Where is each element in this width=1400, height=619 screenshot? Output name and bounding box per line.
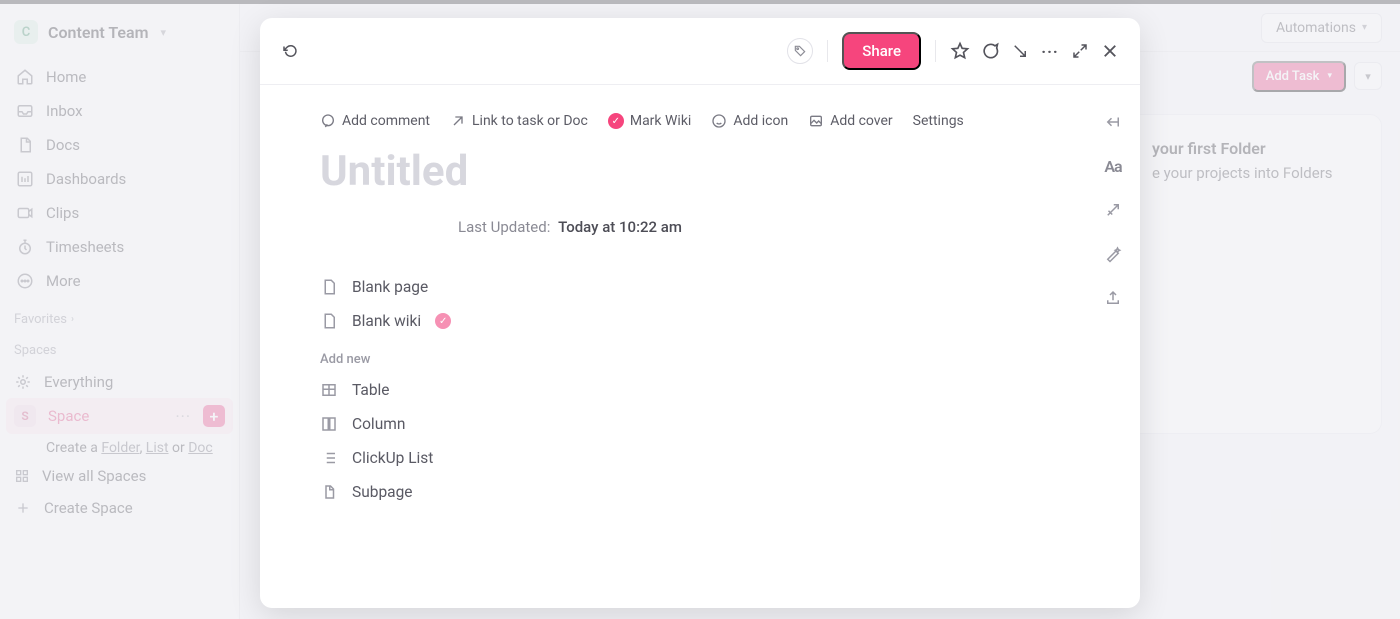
export-icon[interactable] (1104, 289, 1122, 307)
close-icon[interactable] (1100, 41, 1120, 61)
share-button[interactable]: Share (842, 32, 921, 70)
link-task-action[interactable]: Link to task or Doc (450, 113, 588, 129)
page-icon (320, 312, 338, 330)
add-comment-action[interactable]: Add comment (320, 113, 430, 129)
expand-icon[interactable] (1070, 41, 1090, 61)
doc-content: Add comment Link to task or Doc ✓ Mark W… (260, 85, 1086, 608)
settings-action[interactable]: Settings (913, 113, 964, 129)
magic-wand-icon[interactable] (1104, 245, 1122, 263)
template-blank-wiki[interactable]: Blank wiki ✓ (320, 304, 1066, 338)
add-icon-action[interactable]: Add icon (711, 113, 788, 129)
addnew-subpage[interactable]: Subpage (320, 475, 1066, 509)
doc-title-input[interactable]: Untitled (320, 147, 1066, 196)
doc-action-bar: Add comment Link to task or Doc ✓ Mark W… (320, 113, 1066, 129)
table-icon (320, 381, 338, 399)
addnew-column[interactable]: Column (320, 407, 1066, 441)
download-icon[interactable] (1010, 41, 1030, 61)
image-icon (808, 113, 824, 129)
modal-backdrop: Share ··· (0, 0, 1400, 619)
collapse-icon[interactable] (1104, 113, 1122, 131)
typography-icon[interactable]: Aa (1104, 157, 1122, 175)
comment-icon[interactable] (980, 41, 1000, 61)
column-icon (320, 415, 338, 433)
comment-bubble-icon (320, 113, 336, 129)
link-icon (450, 113, 466, 129)
doc-right-rail: Aa (1086, 85, 1140, 608)
doc-modal: Share ··· (260, 18, 1140, 608)
tag-icon[interactable] (787, 38, 813, 64)
list-icon (320, 449, 338, 467)
add-new-label: Add new (320, 352, 1066, 367)
subpage-icon (320, 483, 338, 501)
last-updated: Last Updated: Today at 10:22 am (320, 218, 1066, 236)
back-history-icon[interactable] (280, 41, 300, 61)
ai-sparkle-icon[interactable] (1104, 201, 1122, 219)
ellipsis-icon[interactable]: ··· (1040, 41, 1060, 61)
star-icon[interactable] (950, 41, 970, 61)
add-cover-action[interactable]: Add cover (808, 113, 892, 129)
emoji-icon (711, 113, 727, 129)
modal-header: Share ··· (260, 18, 1140, 85)
page-icon (320, 278, 338, 296)
wiki-check-icon: ✓ (608, 113, 624, 129)
addnew-table[interactable]: Table (320, 373, 1066, 407)
wiki-badge-icon: ✓ (435, 313, 451, 329)
addnew-list[interactable]: ClickUp List (320, 441, 1066, 475)
last-updated-value: Today at 10:22 am (558, 218, 682, 236)
mark-wiki-action[interactable]: ✓ Mark Wiki (608, 113, 691, 129)
template-blank-page[interactable]: Blank page (320, 270, 1066, 304)
